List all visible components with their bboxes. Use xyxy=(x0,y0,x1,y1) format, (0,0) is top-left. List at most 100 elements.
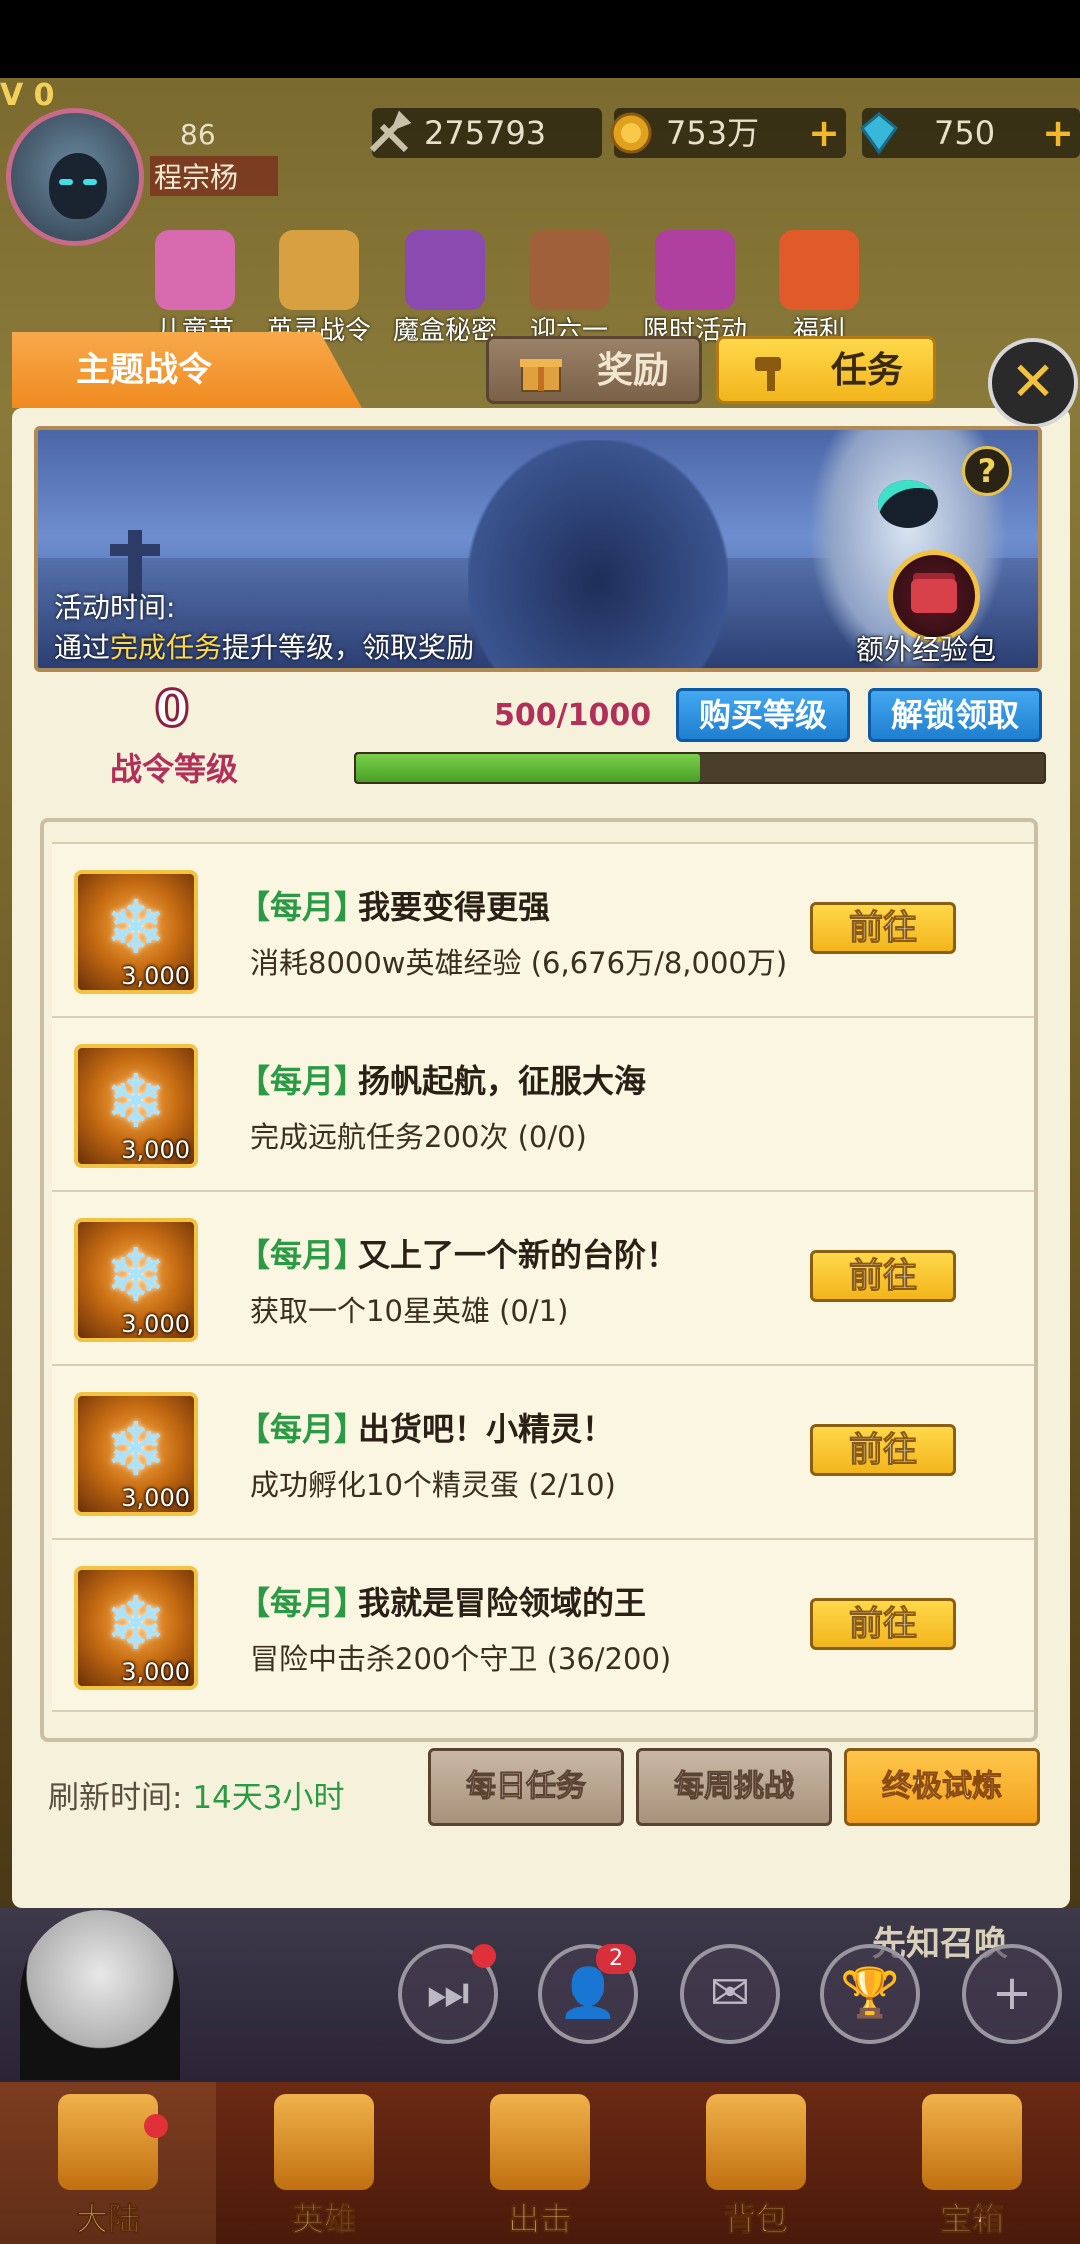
player-name: 程宗杨 xyxy=(150,156,279,196)
task-title: 出货吧！小精灵！ xyxy=(358,1410,615,1448)
pinwheel-icon xyxy=(155,230,235,310)
gift-wings-icon xyxy=(655,230,735,310)
nav-label: 背包 xyxy=(723,2200,788,2239)
event-description: 通过完成任务提升等级，领取奖励 xyxy=(54,626,474,666)
treasure-chest-icon xyxy=(922,2094,1022,2190)
close-button[interactable]: ✕ xyxy=(988,338,1078,428)
nav-label: 出击 xyxy=(507,2200,572,2239)
crossed-swords-icon xyxy=(490,2094,590,2190)
refresh-label: 刷新时间: xyxy=(48,1780,193,1816)
tab-ultimate-trial[interactable]: 终极试炼 xyxy=(844,1748,1040,1826)
task-title: 又上了一个新的台阶！ xyxy=(358,1236,679,1274)
task-desc: 消耗8000w英雄经验 (6,676万/8,000万) xyxy=(250,946,788,980)
go-button[interactable]: 前往 xyxy=(810,1598,956,1650)
diamond-value: 750 xyxy=(934,114,996,152)
tab-task[interactable]: 任务 xyxy=(716,336,936,404)
nav-chest[interactable]: 宝箱 xyxy=(864,2082,1080,2244)
add-diamond-button[interactable]: + xyxy=(1042,108,1074,158)
event-time-label: 活动时间: xyxy=(54,591,176,624)
progress-text: 500/1000 xyxy=(494,698,652,733)
task-desc: 获取一个10星英雄 (0/1) xyxy=(250,1294,569,1328)
pass-level-label: 战令等级 xyxy=(110,750,239,788)
desc-suffix: 提升等级，领取奖励 xyxy=(222,631,475,664)
reward-amount: 3,000 xyxy=(121,962,190,990)
refresh-value: 14天3小时 xyxy=(192,1780,345,1816)
power-display: 275793 xyxy=(369,108,602,158)
event-label: 魔盒秘密 xyxy=(392,316,497,346)
sword-badge-icon xyxy=(279,230,359,310)
backpack-icon xyxy=(706,2094,806,2190)
reward-item-icon: ❄ 3,000 xyxy=(74,1044,198,1168)
task-title: 我就是冒险领域的王 xyxy=(358,1584,647,1622)
trophy-icon[interactable]: 🏆 xyxy=(820,1944,920,2044)
mail-icon[interactable]: ✉ xyxy=(680,1944,780,2044)
reward-item-icon: ❄ 3,000 xyxy=(74,1566,198,1690)
unlock-claim-button[interactable]: 解锁领取 xyxy=(868,688,1042,742)
tab-weekly-challenge[interactable]: 每周挑战 xyxy=(636,1748,832,1826)
cake-icon xyxy=(529,230,609,310)
gift-icon xyxy=(520,359,562,392)
nav-label: 宝箱 xyxy=(939,2200,1004,2239)
task-row: ❄ 3,000 【每月】 又上了一个新的台阶！ 获取一个10星英雄 (0/1) 前… xyxy=(52,1190,1034,1364)
event-bar: 儿童节 英灵战令 魔盒秘密 迎六一 限时活动 福利 xyxy=(140,230,940,346)
add-gold-button[interactable]: + xyxy=(808,108,840,158)
event-childrens-day[interactable]: 儿童节 xyxy=(140,230,250,347)
tab-daily-tasks[interactable]: 每日任务 xyxy=(428,1748,624,1826)
nav-label: 大陆 xyxy=(75,2200,140,2239)
sword-icon xyxy=(369,110,412,153)
buy-level-button[interactable]: 购买等级 xyxy=(676,688,850,742)
vip-level: V 0 xyxy=(0,78,55,113)
tab-reward-label: 奖励 xyxy=(596,350,669,391)
task-tag: 【每月】 xyxy=(238,888,367,926)
desc-prefix: 通过 xyxy=(54,631,111,664)
gold-coin-icon xyxy=(610,112,652,154)
notification-dot xyxy=(472,1944,496,1968)
task-tag: 【每月】 xyxy=(238,1062,367,1100)
nav-alert-dot xyxy=(144,2114,168,2138)
power-value: 275793 xyxy=(424,114,547,152)
event-hero-pass[interactable]: 英灵战令 xyxy=(264,230,374,347)
task-tag: 【每月】 xyxy=(238,1236,367,1274)
task-tag: 【每月】 xyxy=(238,1584,367,1622)
bottom-nav: 大陆 英雄 出击 背包 宝箱 xyxy=(0,2082,1080,2244)
go-button[interactable]: 前往 xyxy=(810,902,956,954)
panel-title: 主题战令 xyxy=(12,332,362,408)
player-level: 86 xyxy=(180,118,216,151)
event-june-first[interactable]: 迎六一 xyxy=(514,230,624,347)
refresh-time: 刷新时间: 14天3小时 xyxy=(48,1772,344,1817)
help-icon[interactable]: ? xyxy=(962,446,1012,496)
go-button[interactable]: 前往 xyxy=(810,1250,956,1302)
task-list[interactable]: ❄ 3,000 【每月】 我要变得更强 消耗8000w英雄经验 (6,676万/8… xyxy=(40,818,1038,1742)
tab-task-label: 任务 xyxy=(830,350,903,391)
nav-continent[interactable]: 大陆 xyxy=(0,2082,216,2244)
go-button[interactable]: 前往 xyxy=(810,1424,956,1476)
event-limited[interactable]: 限时活动 xyxy=(640,230,750,347)
avatar-face xyxy=(49,153,107,219)
gift-box-icon xyxy=(779,230,859,310)
snowflake-icon: ❄ xyxy=(104,1581,167,1667)
nav-heroes[interactable]: 英雄 xyxy=(216,2082,432,2244)
pass-level-value: 0 xyxy=(153,679,191,740)
task-title: 我要变得更强 xyxy=(358,888,551,926)
castle-icon xyxy=(58,2094,158,2190)
nav-attack[interactable]: 出击 xyxy=(432,2082,648,2244)
diamond-icon xyxy=(859,112,899,155)
event-magic-box[interactable]: 魔盒秘密 xyxy=(390,230,500,347)
desc-highlight: 完成任务 xyxy=(110,631,223,664)
plus-icon[interactable]: + xyxy=(962,1944,1062,2044)
helmet-icon xyxy=(274,2094,374,2190)
snowflake-icon: ❄ xyxy=(104,1059,167,1145)
task-desc: 成功孵化10个精灵蛋 (2/10) xyxy=(250,1468,616,1502)
snowflake-icon: ❄ xyxy=(104,885,167,971)
tab-reward[interactable]: 奖励 xyxy=(486,336,702,404)
task-row: ❄ 3,000 【每月】 我就是冒险领域的王 冒险中击杀200个守卫 (36/20… xyxy=(52,1538,1034,1712)
hammer-icon xyxy=(755,357,781,391)
task-tag: 【每月】 xyxy=(238,1410,367,1448)
reward-amount: 3,000 xyxy=(121,1136,190,1164)
player-avatar[interactable] xyxy=(6,108,144,246)
reward-amount: 3,000 xyxy=(121,1484,190,1512)
nav-label: 英雄 xyxy=(291,2200,356,2239)
hero-character xyxy=(20,1910,180,2080)
nav-bag[interactable]: 背包 xyxy=(648,2082,864,2244)
event-welfare[interactable]: 福利 xyxy=(764,230,874,347)
